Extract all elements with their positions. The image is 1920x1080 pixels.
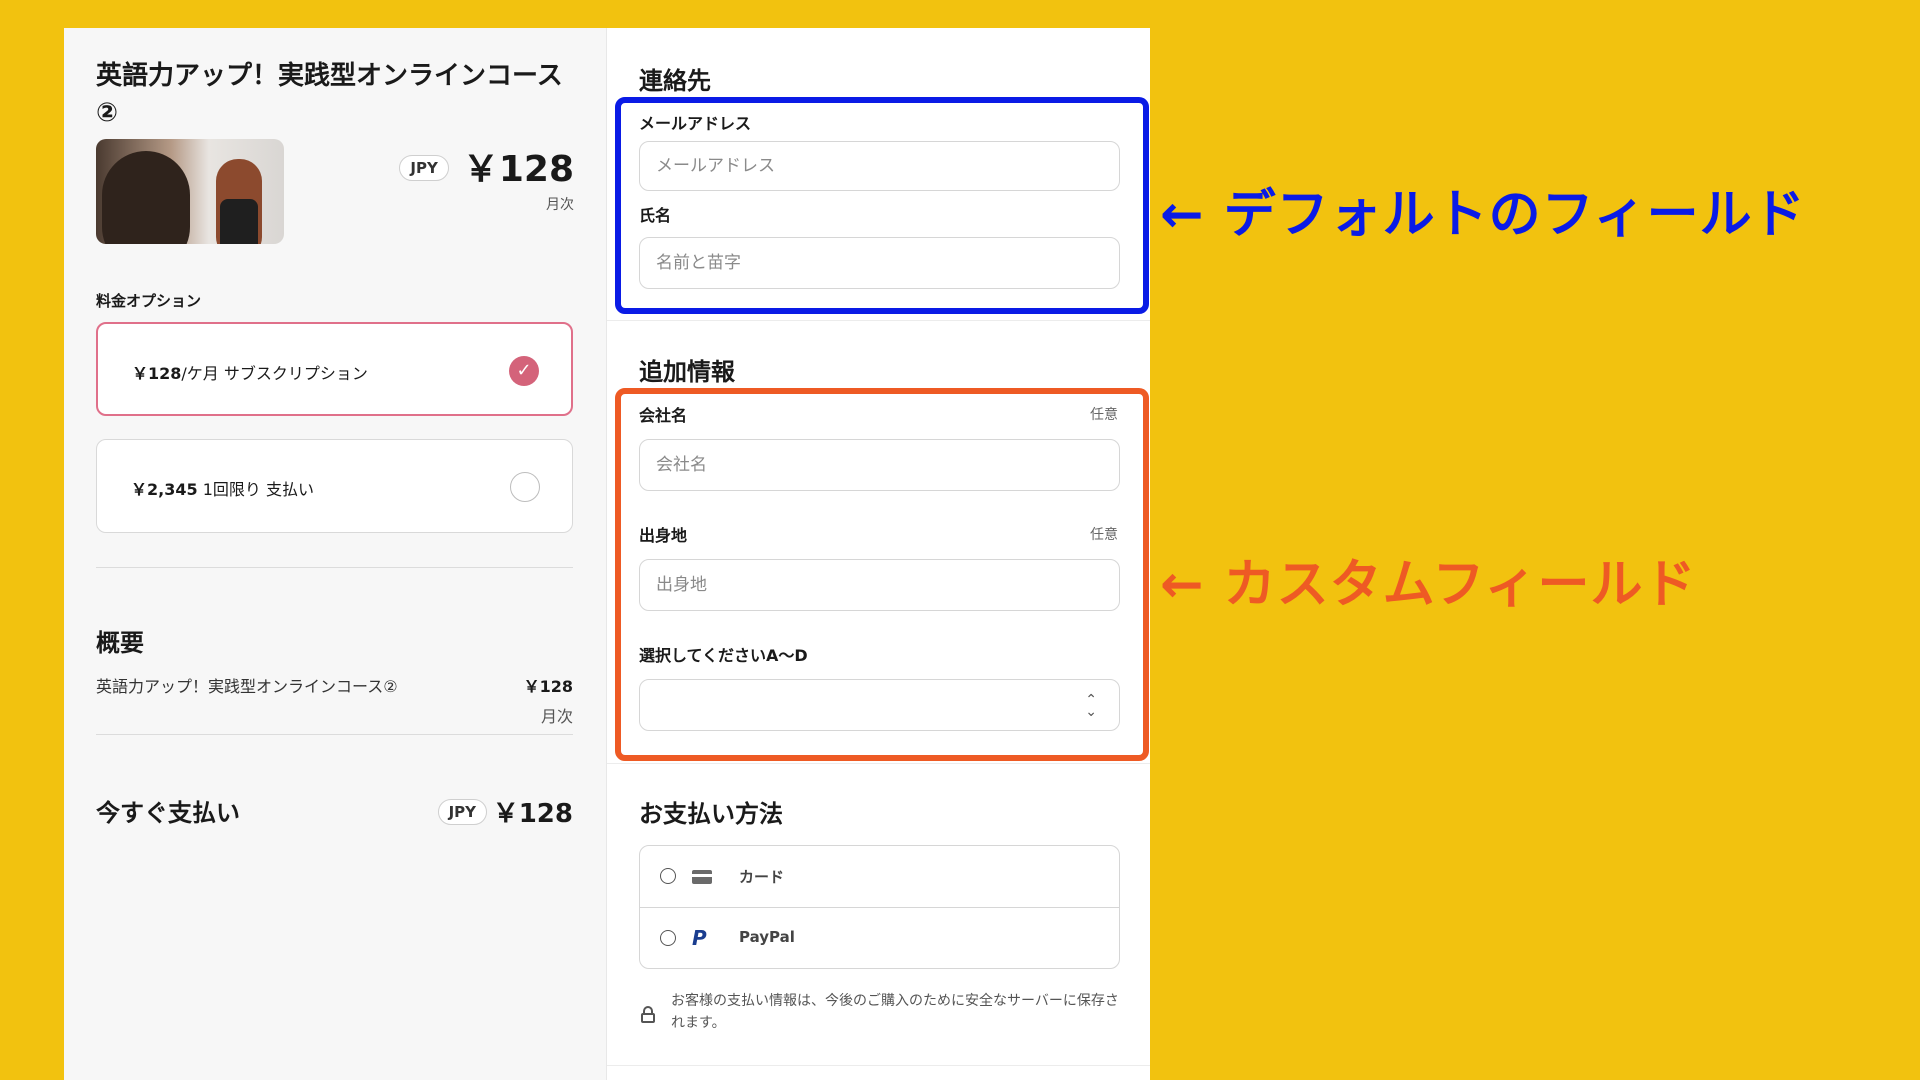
pay-now-row: 今すぐ支払い JPY ￥128 bbox=[96, 793, 573, 833]
default-fields-annotation: ← デフォルトのフィールド bbox=[1160, 185, 1806, 245]
checkmark-icon: ✓ bbox=[509, 356, 539, 386]
pay-now-label: 今すぐ支払い bbox=[96, 799, 240, 827]
additional-info-title: 追加情報 bbox=[639, 358, 735, 386]
pricing-options-label: 料金オプション bbox=[96, 292, 202, 310]
payment-option-label: カード bbox=[739, 868, 785, 886]
order-summary-panel: 英語力アップ！実践型オンラインコース② JPY ￥128 月次 料金オプション ￥… bbox=[64, 28, 607, 1080]
radio-unchecked-icon[interactable] bbox=[660, 868, 676, 884]
summary-item-name: 英語力アップ！実践型オンラインコース② bbox=[96, 677, 398, 696]
paypal-icon: P bbox=[692, 926, 707, 950]
payment-method-list: カード P PayPal bbox=[639, 845, 1120, 969]
product-price: ￥128 bbox=[462, 149, 574, 190]
contact-section-title: 連絡先 bbox=[639, 67, 711, 95]
currency-badge: JPY bbox=[437, 799, 487, 825]
default-fields-highlight bbox=[615, 97, 1149, 314]
pricing-option-subscription[interactable]: ￥128/ケ月 サブスクリプション ✓ bbox=[96, 322, 573, 416]
credit-card-icon bbox=[692, 870, 712, 884]
divider bbox=[607, 1065, 1150, 1066]
custom-fields-annotation: ← カスタムフィールド bbox=[1160, 555, 1697, 615]
pricing-option-one-time[interactable]: ￥2,345 1回限り 支払い bbox=[96, 439, 573, 533]
summary-item-price: ￥128 bbox=[523, 677, 573, 696]
option-desc: 1回限り 支払い bbox=[197, 480, 314, 499]
product-title: 英語力アップ！実践型オンラインコース② bbox=[96, 61, 563, 128]
product-price-block: JPY ￥128 月次 bbox=[399, 140, 574, 214]
payment-option-card[interactable]: カード bbox=[640, 846, 1119, 908]
product-period: 月次 bbox=[546, 197, 574, 213]
secure-note-text: お客様の支払い情報は、今後のご購入のために安全なサーバーに保存されます。 bbox=[671, 993, 1119, 1031]
divider bbox=[607, 763, 1150, 764]
radio-unchecked-icon[interactable] bbox=[660, 930, 676, 946]
divider bbox=[96, 567, 573, 568]
payment-method-title: お支払い方法 bbox=[639, 800, 783, 828]
pay-now-amount: ￥128 bbox=[492, 799, 573, 829]
currency-badge: JPY bbox=[399, 155, 449, 181]
radio-unchecked-icon bbox=[510, 472, 540, 502]
option-desc: /ケ月 サブスクリプション bbox=[181, 364, 368, 383]
summary-title: 概要 bbox=[96, 629, 144, 657]
custom-fields-highlight bbox=[615, 388, 1149, 761]
option-amount: ￥2,345 bbox=[131, 480, 198, 499]
divider bbox=[607, 320, 1150, 321]
payment-option-paypal[interactable]: P PayPal bbox=[640, 908, 1119, 969]
lock-icon bbox=[641, 1006, 655, 1023]
product-thumbnail bbox=[96, 139, 284, 244]
divider bbox=[96, 734, 573, 735]
option-amount: ￥128 bbox=[132, 364, 182, 383]
payment-option-label: PayPal bbox=[739, 928, 795, 946]
summary-item-period: 月次 bbox=[540, 707, 573, 726]
